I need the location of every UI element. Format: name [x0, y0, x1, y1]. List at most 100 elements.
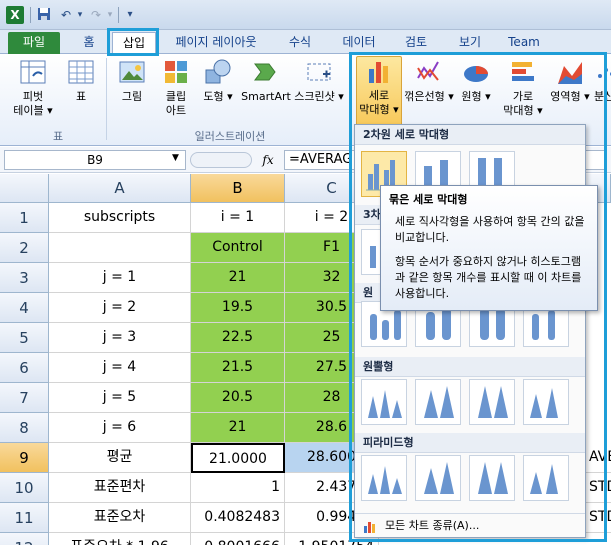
row-header[interactable]: 5	[0, 323, 49, 353]
table-label: 표	[75, 90, 87, 103]
gallery-section-cylinder: 원통	[355, 283, 383, 319]
smartart-button[interactable]: SmartArt	[240, 58, 292, 104]
column-chart-button[interactable]: 세로 막대형 ▾	[356, 56, 402, 126]
cell-a10[interactable]: 표준편차	[49, 473, 191, 503]
area-chart-icon	[558, 62, 582, 84]
row-header[interactable]: 12	[0, 533, 49, 545]
cell-a12[interactable]: 표준오차 * 1.96	[49, 533, 191, 545]
bar-chart-label: 가로 막대형	[503, 90, 534, 117]
excel-app-icon[interactable]: X	[6, 6, 24, 24]
line-chart-label: 꺾은선형	[404, 90, 445, 103]
cone-option-1[interactable]	[361, 379, 407, 425]
line-chart-button[interactable]: 꺾은선형 ▾	[404, 58, 454, 104]
name-box[interactable]: B9	[4, 150, 186, 170]
pyramid-option-4[interactable]	[523, 455, 569, 501]
tab-insert[interactable]: 삽입	[112, 32, 156, 54]
cell-b4[interactable]: 19.5	[191, 293, 285, 323]
screenshot-icon	[307, 63, 331, 81]
screenshot-button[interactable]: 스크린샷 ▾	[292, 58, 346, 104]
cell-e11[interactable]: STD	[585, 503, 611, 533]
row-header[interactable]: 11	[0, 503, 49, 533]
cell-a1[interactable]: subscripts	[49, 203, 191, 233]
cell-b3[interactable]: 21	[191, 263, 285, 293]
pyramid-option-3[interactable]	[469, 455, 515, 501]
row-header[interactable]: 4	[0, 293, 49, 323]
cell-a3[interactable]: j = 1	[49, 263, 191, 293]
pyramid-option-2[interactable]	[415, 455, 461, 501]
row-header[interactable]: 7	[0, 383, 49, 413]
cone-option-3[interactable]	[469, 379, 515, 425]
cell-a11[interactable]: 표준오차	[49, 503, 191, 533]
save-icon[interactable]	[36, 7, 52, 23]
clipart-icon	[165, 61, 187, 83]
gallery-section-pyramid: 피라미드형	[355, 433, 585, 453]
customize-qat-icon[interactable]: ▾	[122, 7, 138, 23]
pie-chart-button[interactable]: 원형 ▾	[458, 58, 494, 104]
tab-view[interactable]: 보기	[450, 32, 490, 54]
cell-b2[interactable]: Control	[191, 233, 285, 263]
column-header-a[interactable]: A	[49, 174, 191, 203]
row-header[interactable]: 10	[0, 473, 49, 503]
all-charts-label: 모든 차트 종류(A)...	[385, 519, 480, 532]
scatter-chart-button[interactable]: 분산	[594, 58, 611, 104]
qat-separator	[118, 7, 119, 23]
all-chart-types-button[interactable]: 모든 차트 종류(A)...	[355, 513, 585, 537]
pie-chart-icon	[464, 66, 488, 82]
tab-team[interactable]: Team	[502, 32, 546, 54]
table-icon	[68, 60, 94, 84]
bar-chart-button[interactable]: 가로 막대형 ▾	[500, 58, 546, 118]
scatter-chart-icon	[598, 68, 611, 78]
cell-b12[interactable]: 0.8001666	[191, 533, 285, 545]
row-header[interactable]: 1	[0, 203, 49, 233]
pivot-table-button[interactable]: 피벗 테이블 ▾	[10, 58, 56, 118]
name-box-dropdown-icon[interactable]: ▼	[172, 153, 179, 163]
tab-formulas[interactable]: 수식	[280, 32, 320, 54]
cone-option-2[interactable]	[415, 379, 461, 425]
cone-option-4[interactable]	[523, 379, 569, 425]
cell-b10[interactable]: 1	[191, 473, 285, 503]
cell-a7[interactable]: j = 5	[49, 383, 191, 413]
cell-a2[interactable]	[49, 233, 191, 263]
cell-a9[interactable]: 평균	[49, 443, 191, 473]
cell-b5[interactable]: 22.5	[191, 323, 285, 353]
qat-separator	[30, 7, 31, 23]
cell-b1[interactable]: i = 1	[191, 203, 285, 233]
cell-b11[interactable]: 0.4082483	[191, 503, 285, 533]
row-header[interactable]: 2	[0, 233, 49, 263]
insert-function-icon[interactable]: fx	[256, 150, 280, 170]
clipart-button[interactable]: 클립 아트	[156, 58, 196, 118]
select-all-corner[interactable]	[0, 174, 49, 203]
tooltip-body-1: 세로 직사각형을 사용하여 항목 간의 값을 비교합니다.	[395, 215, 585, 244]
row-header[interactable]: 9	[0, 443, 49, 473]
row-header[interactable]: 3	[0, 263, 49, 293]
table-button[interactable]: 표	[62, 58, 100, 104]
column-header-b[interactable]: B	[191, 174, 285, 203]
shapes-icon	[205, 59, 231, 84]
shapes-button[interactable]: 도형 ▾	[198, 58, 238, 104]
cell-e10[interactable]: STD	[585, 473, 611, 503]
tab-home[interactable]: 홈	[72, 32, 106, 54]
row-header[interactable]: 8	[0, 413, 49, 443]
tab-data[interactable]: 데이터	[334, 32, 384, 54]
smartart-label: SmartArt	[241, 90, 291, 103]
row-header[interactable]: 6	[0, 353, 49, 383]
tab-file[interactable]: 파일	[8, 32, 60, 54]
pyramid-option-1[interactable]	[361, 455, 407, 501]
cell-a6[interactable]: j = 4	[49, 353, 191, 383]
undo-dropdown-icon[interactable]: ▾	[72, 7, 88, 23]
tab-review[interactable]: 검토	[396, 32, 436, 54]
cell-a8[interactable]: j = 6	[49, 413, 191, 443]
cell-b6[interactable]: 21.5	[191, 353, 285, 383]
area-chart-button[interactable]: 영역형 ▾	[550, 58, 590, 104]
redo-dropdown-icon[interactable]: ▾	[102, 7, 118, 23]
cell-b9-active[interactable]: 21.0000	[191, 443, 285, 473]
clipart-label: 클립 아트	[165, 90, 187, 117]
formula-bar-splitter[interactable]	[190, 152, 252, 168]
cell-e9[interactable]: AVE	[585, 443, 611, 473]
cell-b7[interactable]: 20.5	[191, 383, 285, 413]
picture-button[interactable]: 그림	[112, 58, 152, 104]
cell-a5[interactable]: j = 3	[49, 323, 191, 353]
cell-a4[interactable]: j = 2	[49, 293, 191, 323]
tab-page-layout[interactable]: 페이지 레이아웃	[166, 32, 266, 54]
cell-b8[interactable]: 21	[191, 413, 285, 443]
